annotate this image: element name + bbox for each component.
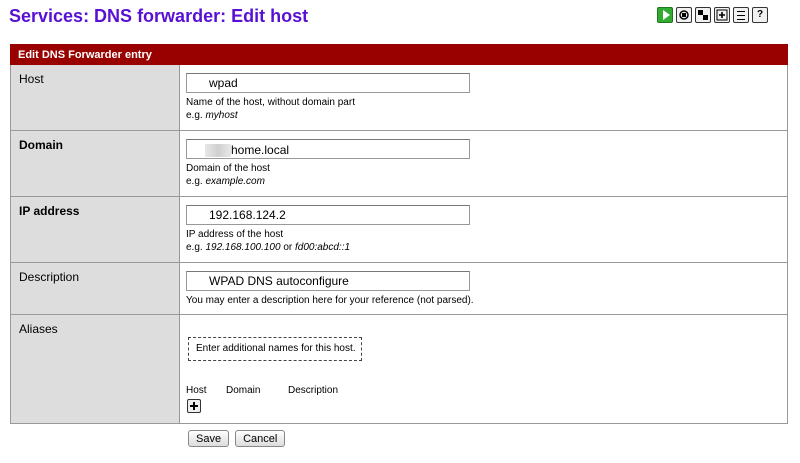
description-row: Description WPAD DNS autoconfigure You m…: [10, 263, 788, 315]
redacted-blur: [205, 143, 231, 157]
host-hint: Name of the host, without domain part: [186, 97, 355, 108]
host-label: Host: [10, 65, 180, 130]
help-icon[interactable]: ?: [752, 7, 768, 23]
cpu-icon[interactable]: [676, 7, 692, 23]
aliases-columns: Host Domain Description: [186, 385, 787, 396]
add-alias-icon[interactable]: [187, 399, 201, 413]
domain-value: home.local: [231, 142, 290, 157]
ip-label: IP address: [10, 197, 180, 262]
network-icon[interactable]: [695, 7, 711, 23]
description-hint: You may enter a description here for you…: [186, 295, 474, 306]
ip-input[interactable]: 192.168.124.2: [186, 205, 470, 225]
host-input[interactable]: wpad: [186, 73, 470, 93]
domain-label: Domain: [10, 131, 180, 196]
save-button[interactable]: Save: [188, 430, 230, 447]
add-icon[interactable]: [714, 7, 730, 23]
description-input[interactable]: WPAD DNS autoconfigure: [186, 271, 470, 291]
aliases-note: Enter additional names for this host.: [188, 337, 362, 361]
alias-column-host: Host: [186, 385, 207, 396]
cancel-button[interactable]: Cancel: [235, 430, 286, 447]
alias-column-domain: Domain: [226, 385, 261, 396]
host-row: Host wpad Name of the host, without doma…: [10, 65, 788, 131]
list-icon[interactable]: [733, 7, 749, 23]
ip-hint: IP address of the host: [186, 229, 284, 240]
toolbar: ?: [657, 7, 768, 23]
description-label: Description: [10, 263, 180, 314]
form-table: Host wpad Name of the host, without doma…: [10, 65, 788, 424]
alias-column-description: Description: [288, 385, 339, 396]
page-title: Services: DNS forwarder: Edit host: [9, 6, 309, 26]
aliases-row: Aliases Enter additional names for this …: [10, 315, 788, 424]
host-example: e.g. myhost: [186, 110, 238, 121]
aliases-label: Aliases: [10, 315, 180, 423]
section-header: Edit DNS Forwarder entry: [10, 44, 788, 65]
domain-input[interactable]: home.local: [186, 139, 470, 159]
ip-row: IP address 192.168.124.2 IP address of t…: [10, 197, 788, 263]
domain-example: e.g. example.com: [186, 176, 265, 187]
domain-row: Domain home.local Domain of the host e.g…: [10, 131, 788, 197]
form-actions: Save Cancel: [188, 430, 286, 447]
domain-hint: Domain of the host: [186, 163, 270, 174]
play-icon[interactable]: [657, 7, 673, 23]
ip-example: e.g. 192.168.100.100 or fd00:abcd::1: [186, 242, 351, 253]
